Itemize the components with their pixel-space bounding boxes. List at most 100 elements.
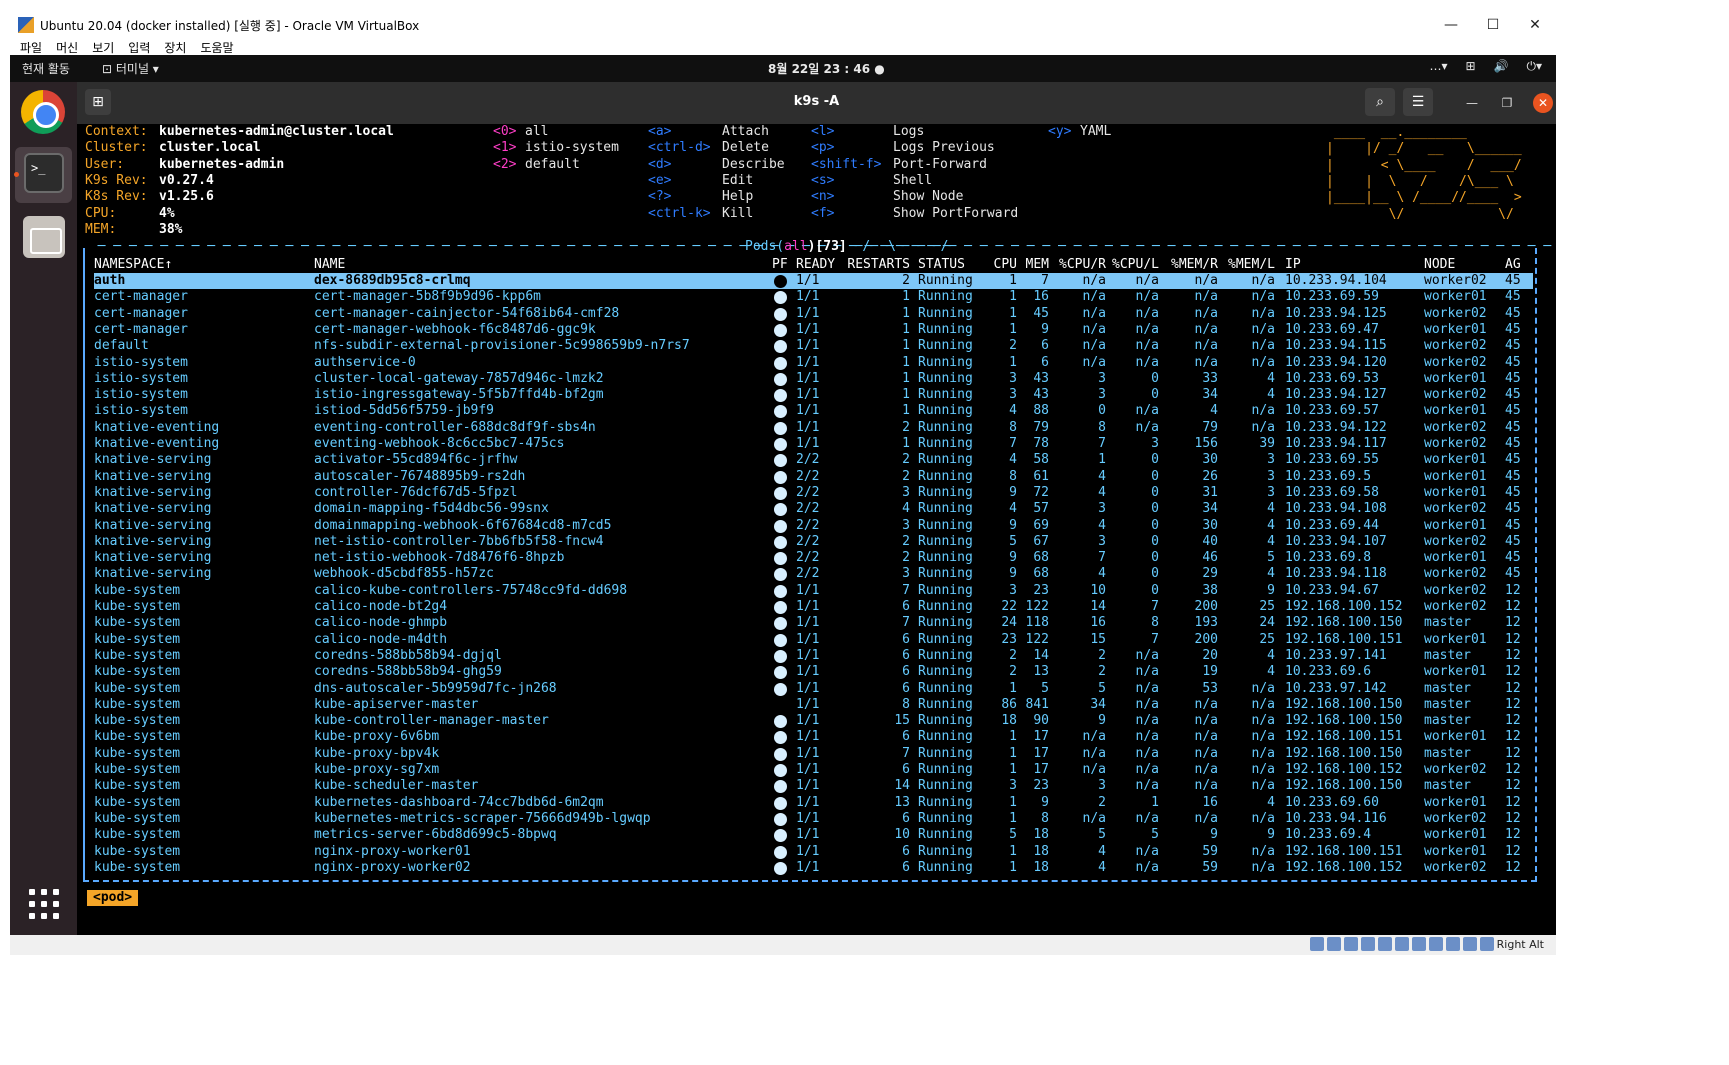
column-header[interactable]: READY <box>796 257 835 273</box>
table-row[interactable]: knative-serving net-istio-webhook-7d8476f… <box>77 550 1556 566</box>
audio-icon[interactable] <box>1343 937 1358 951</box>
activities-button[interactable]: 현재 활동 <box>22 60 70 77</box>
recording-icon[interactable] <box>1428 937 1443 951</box>
hotkey-item[interactable]: <?> Help <box>648 189 753 205</box>
column-header[interactable]: %MEM/L <box>1228 257 1275 273</box>
power-menu-icon[interactable]: ⏻▾ <box>1526 59 1542 74</box>
column-header[interactable]: AG <box>1505 257 1521 273</box>
hotkey-item[interactable]: <n> Show Node <box>811 189 963 205</box>
menu-view[interactable]: 보기 <box>92 39 114 55</box>
table-row[interactable]: istio-system istio-ingressgateway-5f5b7ff… <box>77 387 1556 403</box>
table-row[interactable]: kube-system nginx-proxy-worker01 1/1 6 Runni… <box>77 844 1556 860</box>
table-row[interactable]: knative-serving domainmapping-webhook-6f6… <box>77 518 1556 534</box>
column-header[interactable]: RESTARTS <box>847 257 910 273</box>
table-row[interactable]: knative-serving autoscaler-76748895b9-rs2… <box>77 469 1556 485</box>
dock-terminal[interactable]: >_ <box>15 147 72 203</box>
table-row[interactable]: kube-system calico-kube-controllers-75748… <box>77 583 1556 599</box>
menu-help[interactable]: 도움말 <box>200 39 233 55</box>
hotkey-item[interactable]: <l> Logs <box>811 124 924 140</box>
table-row[interactable]: kube-system kube-proxy-6v6bm 1/1 6 Running 1 1… <box>77 729 1556 745</box>
minimize-button[interactable]: — <box>1430 17 1472 33</box>
network-icon[interactable]: ⊞ <box>1465 59 1475 74</box>
terminal-close-icon[interactable]: ✕ <box>1533 93 1553 113</box>
vm-display[interactable]: 현재 활동 ⊡ 터미널 ▾ 8월 22일 23 : 46 ● …▾ ⊞ 🔊 ⏻▾… <box>10 55 1556 935</box>
table-row[interactable]: default nfs-subdir-external-provisioner-5… <box>77 338 1556 354</box>
menu-machine[interactable]: 머신 <box>56 39 78 55</box>
cpu-icon[interactable] <box>1445 937 1460 951</box>
menu-devices[interactable]: 장치 <box>164 39 186 55</box>
table-row[interactable]: istio-system cluster-local-gateway-7857d9… <box>77 371 1556 387</box>
hdd-icon[interactable] <box>1309 937 1324 951</box>
table-row[interactable]: kube-system kubernetes-metrics-scraper-75… <box>77 811 1556 827</box>
table-row[interactable]: knative-serving domain-mapping-f5d4dbc56-… <box>77 501 1556 517</box>
chrome-icon[interactable] <box>21 90 65 134</box>
column-header[interactable]: MEM <box>1026 257 1049 273</box>
column-header[interactable]: IP <box>1285 257 1301 273</box>
hotkey-item[interactable]: <ctrl-d> Delete <box>648 140 769 156</box>
table-row[interactable]: knative-eventing eventing-controller-688d… <box>77 420 1556 436</box>
display-icon[interactable] <box>1411 937 1426 951</box>
column-header[interactable]: NODE <box>1424 257 1455 273</box>
column-header[interactable]: %CPU/R <box>1059 257 1106 273</box>
column-header[interactable]: NAME <box>314 257 345 273</box>
table-row[interactable]: kube-system calico-node-m4dth 1/1 6 Running 2… <box>77 632 1556 648</box>
table-row[interactable]: cert-manager cert-manager-5b8f9b9d96-kpp6… <box>77 289 1556 305</box>
table-row[interactable]: kube-system calico-node-bt2g4 1/1 6 Running 2… <box>77 599 1556 615</box>
terminal-window[interactable]: ⊞ k9s -A ⌕ ☰ — ❐ ✕ Context: kubernetes-ad… <box>77 82 1556 935</box>
table-row[interactable]: kube-system coredns-588bb58b94-dgjql 1/1 6 R… <box>77 648 1556 664</box>
volume-icon[interactable]: 🔊 <box>1494 59 1509 74</box>
table-row[interactable]: kube-system kube-controller-manager-maste… <box>77 713 1556 729</box>
close-button[interactable]: ✕ <box>1514 17 1556 33</box>
hotkey-item[interactable]: <s> Shell <box>811 173 932 189</box>
hotkey-item[interactable]: <0> all <box>493 124 548 140</box>
menu-input[interactable]: 입력 <box>128 39 150 55</box>
column-header[interactable]: CPU <box>994 257 1017 273</box>
table-row[interactable]: kube-system coredns-588bb58b94-ghg59 1/1 6 R… <box>77 664 1556 680</box>
table-row[interactable]: cert-manager cert-manager-webhook-f6c8487… <box>77 322 1556 338</box>
column-header[interactable]: STATUS <box>918 257 965 273</box>
table-row[interactable]: cert-manager cert-manager-cainjector-54f6… <box>77 306 1556 322</box>
k9s-screen[interactable]: Context: kubernetes-admin@cluster.local Cl… <box>77 124 1556 935</box>
hotkey-item[interactable]: <shift-f> Port-Forward <box>811 157 987 173</box>
network-adapter-icon[interactable] <box>1360 937 1375 951</box>
show-applications-icon[interactable] <box>29 889 59 919</box>
table-row[interactable]: knative-eventing eventing-webhook-8c6cc5b… <box>77 436 1556 452</box>
mouse-integration-icon[interactable] <box>1462 937 1477 951</box>
table-row[interactable]: knative-serving net-istio-controller-7bb6… <box>77 534 1556 550</box>
search-icon[interactable]: ⌕ <box>1365 88 1395 116</box>
hotkey-item[interactable]: <y> YAML <box>1048 124 1111 140</box>
table-row[interactable]: kube-system kube-scheduler-master 1/1 14 Run… <box>77 778 1556 794</box>
table-row[interactable]: kube-system kube-proxy-sg7xm 1/1 6 Running 1 1… <box>77 762 1556 778</box>
terminal-minimize-icon[interactable]: — <box>1462 93 1482 113</box>
keyboard-icon[interactable] <box>1479 937 1494 951</box>
hotkey-item[interactable]: <d> Describe <box>648 157 785 173</box>
table-row[interactable]: knative-serving webhook-d5cbdf855-h57zc 2/… <box>77 566 1556 582</box>
files-icon[interactable] <box>23 216 65 258</box>
hotkey-item[interactable]: <f> Show PortForward <box>811 206 1018 222</box>
table-row[interactable]: kube-system kubernetes-dashboard-74cc7bdb… <box>77 795 1556 811</box>
hotkey-item[interactable]: <2> default <box>493 157 580 173</box>
menu-file[interactable]: 파일 <box>20 39 42 55</box>
table-row[interactable]: kube-system nginx-proxy-worker02 1/1 6 Runni… <box>77 860 1556 876</box>
table-row[interactable]: kube-system dns-autoscaler-5b9959d7fc-jn2… <box>77 681 1556 697</box>
table-row[interactable]: auth dex-8689db95c8-crlmq 1/1 2 Running 1 7 n/a… <box>77 273 1556 289</box>
column-header[interactable]: NAMESPACE↑ <box>94 257 172 273</box>
hamburger-menu-icon[interactable]: ☰ <box>1403 88 1433 116</box>
usb-icon[interactable] <box>1377 937 1392 951</box>
table-row[interactable]: kube-system kube-apiserver-master 1/1 8 Runn… <box>77 697 1556 713</box>
hotkey-item[interactable]: <ctrl-k> Kill <box>648 206 753 222</box>
optical-icon[interactable] <box>1326 937 1341 951</box>
column-header[interactable]: PF <box>772 257 788 273</box>
hotkey-item[interactable]: <e> Edit <box>648 173 753 189</box>
column-header[interactable]: %CPU/L <box>1112 257 1159 273</box>
column-header[interactable]: %MEM/R <box>1171 257 1218 273</box>
tray-overflow-icon[interactable]: …▾ <box>1429 59 1447 74</box>
hotkey-item[interactable]: <1> istio-system <box>493 140 619 156</box>
table-row[interactable]: kube-system metrics-server-6bd8d699c5-8bp… <box>77 827 1556 843</box>
maximize-button[interactable]: ☐ <box>1472 17 1514 33</box>
hotkey-item[interactable]: <a> Attach <box>648 124 769 140</box>
shared-folders-icon[interactable] <box>1394 937 1409 951</box>
table-row[interactable]: istio-system istiod-5dd56f5759-jb9f9 1/1 1 R… <box>77 403 1556 419</box>
table-row[interactable]: knative-serving activator-55cd894f6c-jrfh… <box>77 452 1556 468</box>
terminal-app-menu[interactable]: ⊡ 터미널 ▾ <box>102 60 159 77</box>
